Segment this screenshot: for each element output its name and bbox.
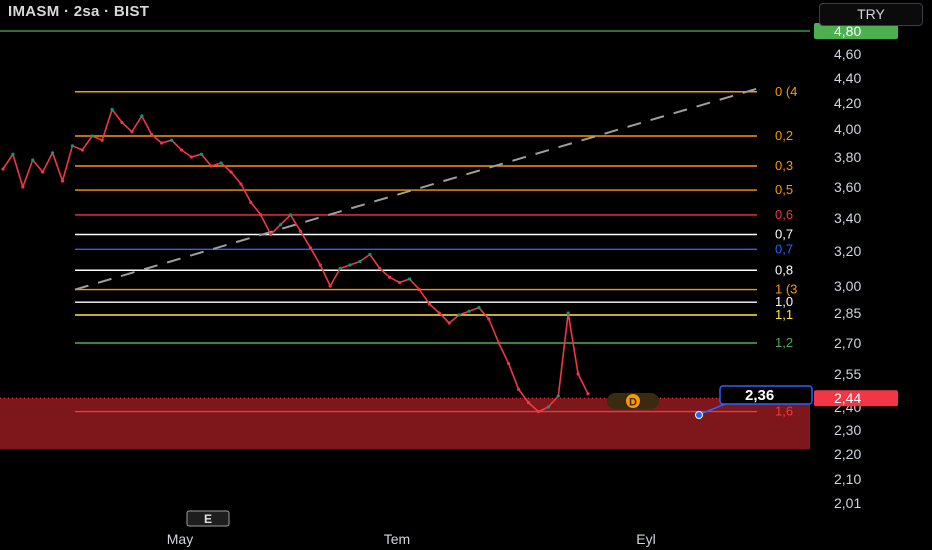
- price-point: [477, 306, 481, 310]
- price-point: [546, 405, 550, 409]
- price-axis-tick: 3,80: [834, 149, 861, 165]
- fib-level-label: 0,7: [775, 227, 793, 242]
- price-point: [358, 259, 362, 264]
- fib-level-label: 0,8: [775, 262, 793, 277]
- price-point: [209, 164, 213, 168]
- price-point: [189, 155, 193, 159]
- price-point: [60, 179, 65, 183]
- price-point: [526, 401, 531, 405]
- price-point: [179, 148, 184, 152]
- price-point: [31, 158, 35, 162]
- price-point: [398, 280, 402, 285]
- price-axis-tick: 2,30: [834, 422, 861, 438]
- price-point: [279, 223, 283, 227]
- currency-selector[interactable]: TRY: [819, 3, 923, 26]
- price-axis-tick: 2,20: [834, 446, 861, 462]
- support-zone: [0, 398, 810, 450]
- price-point: [70, 144, 75, 148]
- price-point: [110, 107, 114, 112]
- price-point: [150, 133, 154, 137]
- price-point: [378, 266, 382, 271]
- price-point: [417, 288, 422, 292]
- price-point: [368, 252, 372, 257]
- fib-level-label: 1,2: [775, 335, 793, 350]
- fib-level-label: 1,6: [775, 404, 793, 419]
- time-axis-label: Tem: [384, 531, 410, 547]
- price-point: [318, 263, 322, 267]
- price-point: [288, 213, 293, 217]
- price-point: [239, 182, 243, 186]
- price-point: [407, 277, 412, 281]
- price-point: [427, 302, 431, 306]
- fib-level-label: 0,7: [775, 241, 793, 256]
- price-point: [467, 309, 471, 313]
- fib-level-label: 0,6: [775, 207, 793, 222]
- earnings-marker-label: E: [204, 512, 212, 526]
- price-point: [308, 246, 312, 250]
- price-axis-tick: 2,01: [834, 495, 861, 511]
- price-point: [457, 313, 461, 317]
- time-axis-label: May: [167, 531, 193, 547]
- alert-anchor: [695, 411, 703, 419]
- price-axis-tick: 2,55: [834, 366, 861, 382]
- price-point: [249, 200, 253, 205]
- price-point: [11, 152, 15, 156]
- price-point: [487, 317, 491, 321]
- price-point: [269, 232, 273, 237]
- price-point: [21, 185, 25, 189]
- time-axis-label: Eyl: [636, 531, 655, 547]
- price-point: [90, 134, 94, 138]
- fib-level-label: 0,3: [775, 158, 793, 173]
- last-price-badge-label: 2,44: [834, 390, 861, 406]
- price-axis-tick: 4,40: [834, 70, 861, 86]
- price-point: [437, 311, 441, 315]
- price-point: [100, 138, 104, 142]
- chart-canvas: 0 (40,20,30,50,60,70,70,81 (31,01,11,21,…: [0, 0, 932, 550]
- fib-level-label: 0 (4: [775, 84, 797, 99]
- chart-title: IMASM · 2sa · BIST: [8, 3, 150, 20]
- price-axis-tick: 2,85: [834, 305, 861, 321]
- price-axis-tick: 2,10: [834, 471, 861, 487]
- price-point: [140, 114, 144, 118]
- fib-level-label: 0,5: [775, 182, 793, 197]
- price-point: [80, 148, 84, 152]
- dividend-marker-label: D: [629, 397, 637, 409]
- price-point: [1, 167, 5, 171]
- price-point: [298, 229, 303, 233]
- price-point: [516, 387, 521, 391]
- price-point: [328, 284, 332, 288]
- price-point: [219, 161, 223, 165]
- price-point: [576, 372, 580, 376]
- price-point: [507, 362, 511, 366]
- price-point: [259, 213, 263, 217]
- fib-level-label: 0,2: [775, 128, 793, 143]
- price-axis-tick: 3,20: [834, 243, 861, 259]
- price-point: [229, 170, 233, 174]
- alert-label: 2,36: [745, 387, 774, 404]
- price-point: [536, 410, 541, 414]
- price-point: [160, 141, 164, 145]
- price-point: [497, 341, 501, 345]
- price-point: [566, 311, 570, 315]
- price-axis-tick: 2,70: [834, 335, 861, 351]
- price-point: [348, 263, 352, 267]
- price-axis-tick: 4,20: [834, 95, 861, 111]
- price-point: [586, 392, 590, 396]
- price-axis-tick: 4,00: [834, 121, 861, 137]
- price-point: [120, 120, 124, 125]
- price-point: [447, 321, 451, 325]
- price-axis-tick: 3,00: [834, 278, 861, 294]
- price-axis-tick: 3,40: [834, 210, 861, 226]
- price-point: [338, 266, 342, 271]
- price-axis-tick: 4,60: [834, 46, 861, 62]
- price-point: [41, 170, 45, 174]
- price-point: [130, 130, 134, 134]
- price-axis-tick: 3,60: [834, 179, 861, 195]
- fib-level-label: 1,1: [775, 307, 793, 322]
- price-point: [199, 152, 203, 156]
- price-point: [388, 275, 392, 279]
- price-point: [556, 394, 560, 398]
- price-point: [169, 138, 174, 142]
- price-point: [50, 151, 55, 155]
